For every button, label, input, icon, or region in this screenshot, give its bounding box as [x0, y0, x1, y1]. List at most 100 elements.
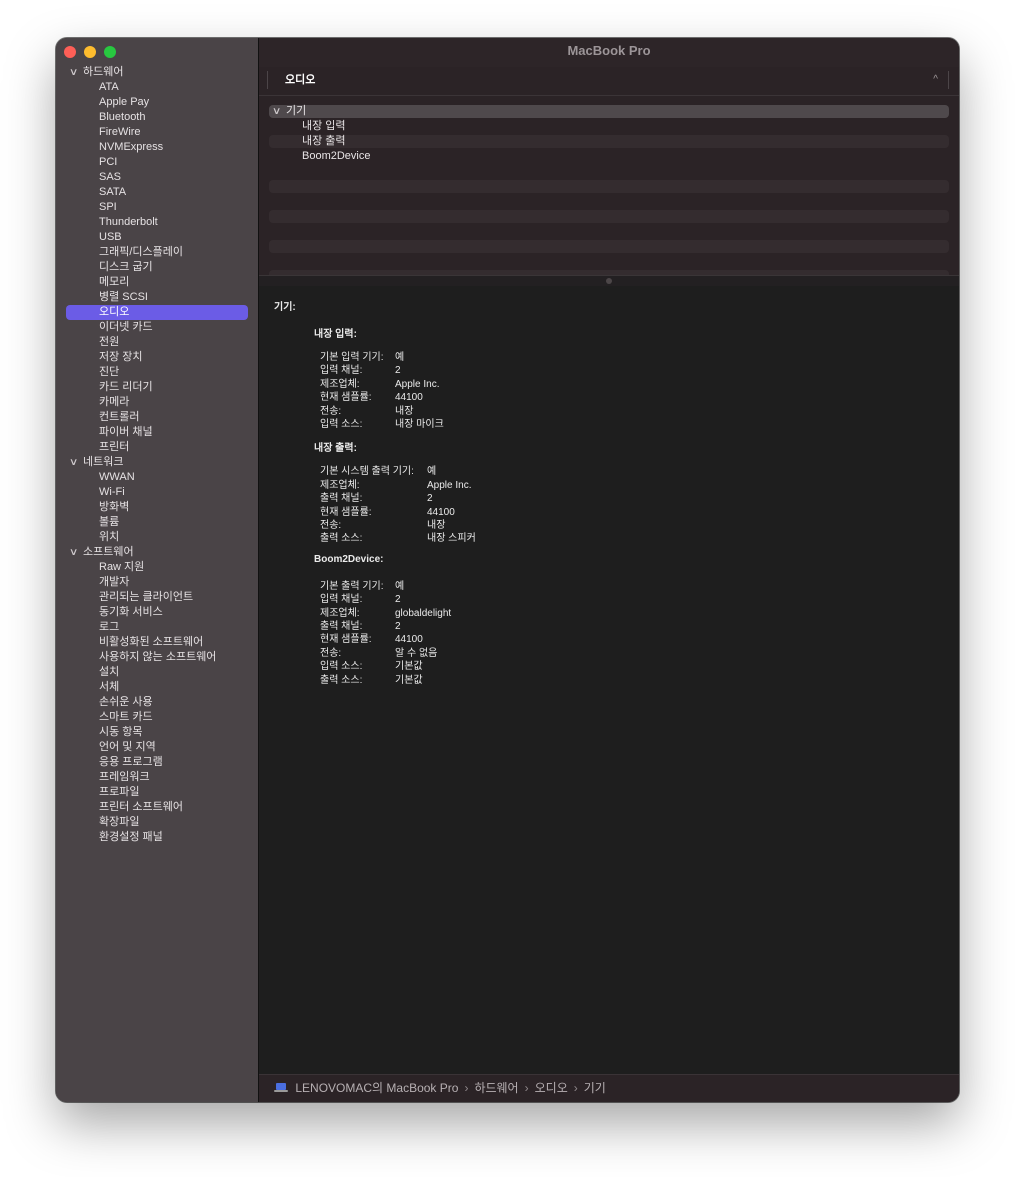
sidebar-item[interactable]: 확장파일 [66, 815, 248, 830]
sidebar-item[interactable]: FireWire [66, 125, 248, 140]
sidebar-item[interactable]: 로그 [66, 620, 248, 635]
property-value: Apple Inc. [427, 479, 472, 491]
sidebar-item[interactable]: Apple Pay [66, 95, 248, 110]
sidebar-item[interactable]: 위치 [66, 530, 248, 545]
sidebar-item[interactable]: 카드 리더기 [66, 380, 248, 395]
property-value: 예 [427, 466, 437, 478]
sidebar-item[interactable]: 컨트롤러 [66, 410, 248, 425]
sidebar-item[interactable]: 저장 장치 [66, 350, 248, 365]
property-key: 입력 소스: [320, 661, 363, 673]
sidebar-group[interactable]: ∨ 네트워크 [66, 455, 248, 470]
column-header[interactable]: 오디오 ^ [267, 71, 949, 89]
device-rows: ∨ 기기 내장 입력 내장 출력 Boom2Device [269, 105, 949, 165]
sidebar-item[interactable]: 스마트 카드 [66, 710, 248, 725]
sidebar-item[interactable]: 프린터 소프트웨어 [66, 800, 248, 815]
property-value: 내장 [427, 520, 446, 531]
sidebar-item[interactable]: 언어 및 지역 [66, 740, 248, 755]
sidebar-item[interactable]: 병렬 SCSI [66, 290, 248, 305]
list-item[interactable]: 내장 입력 [269, 120, 949, 133]
property-value: 기본값 [395, 661, 423, 673]
sidebar-item[interactable]: 환경설정 패널 [66, 830, 248, 845]
sidebar-item[interactable]: USB [66, 230, 248, 245]
sidebar-item[interactable]: 전원 [66, 335, 248, 350]
breadcrumb-separator: › [573, 1081, 578, 1095]
sidebar-item[interactable]: 파이버 채널 [66, 425, 248, 440]
list-item-parent[interactable]: ∨ 기기 [269, 105, 949, 118]
chevron-down-icon[interactable]: ∨ [272, 105, 282, 118]
sidebar-item[interactable]: 사용하지 않는 소프트웨어 [66, 650, 248, 665]
chevron-down-icon[interactable]: ∨ [69, 65, 79, 80]
sidebar-item[interactable]: 디스크 굽기 [66, 260, 248, 275]
sidebar-item[interactable]: SATA [66, 185, 248, 200]
laptop-icon [274, 1083, 288, 1093]
sidebar-item[interactable]: Bluetooth [66, 110, 248, 125]
sidebar-item[interactable]: Thunderbolt [66, 215, 248, 230]
list-item-label: Boom2Device [302, 150, 371, 162]
property-value: 예 [395, 580, 405, 592]
sidebar-item[interactable]: 프린터 [66, 440, 248, 455]
sidebar-item[interactable]: Wi-Fi [66, 485, 248, 500]
sidebar-item[interactable]: 진단 [66, 365, 248, 380]
chevron-down-icon[interactable]: ∨ [69, 545, 79, 560]
breadcrumb: LENOVOMAC의 MacBook Pro › 하드웨어 › 오디오 › 기기 [274, 1075, 606, 1101]
sidebar-group[interactable]: ∨ 소프트웨어 [66, 545, 248, 560]
property-value: 내장 [395, 405, 414, 417]
property-key: 전송: [320, 405, 342, 417]
sidebar-item[interactable]: 오디오 [66, 305, 248, 320]
list-item[interactable]: 내장 출력 [269, 135, 949, 148]
header-divider [259, 95, 959, 96]
status-bar: LENOVOMAC의 MacBook Pro › 하드웨어 › 오디오 › 기기 [259, 1074, 959, 1102]
sidebar-item[interactable]: NVMExpress [66, 140, 248, 155]
property-key: 출력 소스: [320, 533, 363, 545]
sidebar-group-label: 하드웨어 [83, 66, 124, 78]
window-title: MacBook Pro [259, 38, 959, 67]
sidebar-group-label: 네트워크 [83, 456, 124, 468]
sidebar-item[interactable]: 개발자 [66, 575, 248, 590]
sidebar-item[interactable]: 설치 [66, 665, 248, 680]
sidebar-item[interactable]: 볼륨 [66, 515, 248, 530]
system-information-window: ∨ 하드웨어 ATA Apple Pay Bluetooth FireWire NVMExp… [56, 38, 959, 1102]
device-list-pane: 오디오 ^ ∨ 기기 내장 입력 내장 출력 Boom2Device [259, 67, 959, 275]
sidebar-item[interactable]: 메모리 [66, 275, 248, 290]
minimize-window-button[interactable] [84, 46, 96, 58]
property-value: 2 [395, 594, 401, 606]
sidebar-item[interactable]: 손쉬운 사용 [66, 695, 248, 710]
breadcrumb-item[interactable]: LENOVOMAC의 MacBook Pro [295, 1081, 458, 1095]
sidebar-item[interactable]: 프로파일 [66, 785, 248, 800]
sidebar-group-label: 소프트웨어 [83, 546, 134, 558]
sidebar-item[interactable]: 그래픽/디스플레이 [66, 245, 248, 260]
breadcrumb-item[interactable]: 오디오 [535, 1081, 568, 1095]
sidebar-item[interactable]: ATA [66, 80, 248, 95]
sidebar-item[interactable]: 비활성화된 소프트웨어 [66, 635, 248, 650]
sidebar-item[interactable]: 응용 프로그램 [66, 755, 248, 770]
empty-row [269, 180, 949, 193]
zoom-window-button[interactable] [104, 46, 116, 58]
detail-pane: 기기: 내장 입력: 기본 입력 기기: 예 입력 채널: 2 제조업체: Apple In… [259, 286, 959, 1074]
sidebar-item[interactable]: 서체 [66, 680, 248, 695]
list-item[interactable]: Boom2Device [269, 150, 949, 163]
property-key: 전송: [320, 520, 342, 531]
sidebar-item[interactable]: Raw 지원 [66, 560, 248, 575]
device-heading: Boom2Device: [314, 553, 384, 565]
property-key: 입력 채널: [320, 365, 363, 377]
breadcrumb-item[interactable]: 하드웨어 [474, 1081, 518, 1095]
sidebar-item[interactable]: PCI [66, 155, 248, 170]
sidebar-item[interactable]: 프레임워크 [66, 770, 248, 785]
breadcrumb-item[interactable]: 기기 [584, 1081, 606, 1095]
sidebar-group[interactable]: ∨ 하드웨어 [66, 65, 248, 80]
sidebar-item[interactable]: 관리되는 클라이언트 [66, 590, 248, 605]
pane-splitter[interactable] [259, 275, 959, 286]
sidebar-item[interactable]: 방화벽 [66, 500, 248, 515]
property-value: 알 수 없음 [395, 647, 438, 659]
splitter-handle[interactable] [606, 278, 612, 284]
sidebar-item[interactable]: SPI [66, 200, 248, 215]
sidebar-item[interactable]: WWAN [66, 470, 248, 485]
chevron-down-icon[interactable]: ∨ [69, 455, 79, 470]
close-window-button[interactable] [64, 46, 76, 58]
sidebar-item[interactable]: 동기화 서비스 [66, 605, 248, 620]
sidebar-item[interactable]: 이더넷 카드 [66, 320, 248, 335]
sidebar-item[interactable]: SAS [66, 170, 248, 185]
device-heading: 내장 출력: [314, 443, 357, 455]
sidebar-item[interactable]: 카메라 [66, 395, 248, 410]
sidebar-item[interactable]: 시동 항목 [66, 725, 248, 740]
